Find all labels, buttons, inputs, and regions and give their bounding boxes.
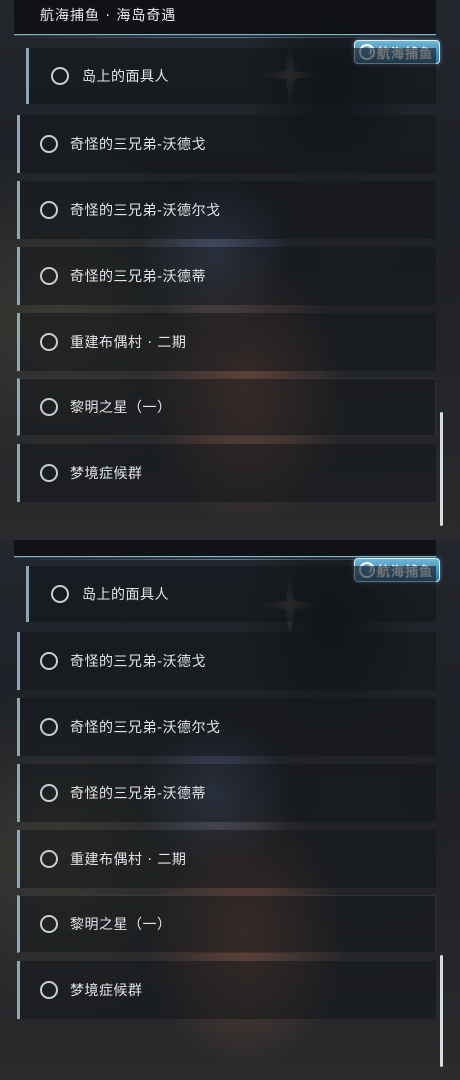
- radio-circle-icon[interactable]: [51, 67, 69, 85]
- quest-item[interactable]: 岛上的面具人: [26, 48, 436, 104]
- radio-circle-icon[interactable]: [40, 981, 58, 999]
- header-bar: 航海捕鱼 · 海岛奇遇: [11, 0, 439, 38]
- quest-panel-top: 航海捕鱼 · 海岛奇遇 航海捕鱼 岛上的面具人 奇怪的三兄弟-沃德戈 奇怪的三兄…: [0, 0, 460, 540]
- quest-item[interactable]: 岛上的面具人: [26, 566, 436, 622]
- radio-circle-icon[interactable]: [40, 398, 58, 416]
- quest-label: 岛上的面具人: [82, 587, 169, 603]
- quest-label: 奇怪的三兄弟-沃德蒂: [70, 786, 207, 802]
- quest-label: 梦境症候群: [70, 466, 143, 482]
- quest-label: 黎明之星（一）: [70, 400, 172, 416]
- quest-panel-bottom: 航海捕鱼 岛上的面具人 奇怪的三兄弟-沃德戈 奇怪的三兄弟-沃德尔戈 奇怪的三兄…: [0, 540, 460, 1080]
- quest-item[interactable]: 奇怪的三兄弟-沃德戈: [17, 115, 436, 173]
- radio-circle-icon[interactable]: [51, 585, 69, 603]
- radio-circle-icon[interactable]: [40, 333, 58, 351]
- scrollbar-thumb[interactable]: [440, 955, 443, 1067]
- radio-circle-icon[interactable]: [40, 201, 58, 219]
- quest-item[interactable]: 黎明之星（一）: [17, 895, 436, 953]
- radio-circle-icon[interactable]: [40, 784, 58, 802]
- quest-label: 奇怪的三兄弟-沃德尔戈: [70, 203, 221, 219]
- quest-item[interactable]: 奇怪的三兄弟-沃德戈: [17, 632, 436, 690]
- quest-item[interactable]: 重建布偶村 · 二期: [17, 830, 436, 888]
- quest-label: 奇怪的三兄弟-沃德蒂: [70, 269, 207, 285]
- quest-item[interactable]: 奇怪的三兄弟-沃德尔戈: [17, 181, 436, 239]
- radio-circle-icon[interactable]: [40, 718, 58, 736]
- quest-label: 黎明之星（一）: [70, 917, 172, 933]
- quest-item[interactable]: 奇怪的三兄弟-沃德尔戈: [17, 698, 436, 756]
- quest-item[interactable]: 梦境症候群: [17, 961, 436, 1019]
- quest-item[interactable]: 奇怪的三兄弟-沃德蒂: [17, 247, 436, 305]
- quest-label: 梦境症候群: [70, 983, 143, 999]
- quest-label: 奇怪的三兄弟-沃德尔戈: [70, 720, 221, 736]
- page-title: 航海捕鱼 · 海岛奇遇: [40, 8, 177, 24]
- quest-item[interactable]: 重建布偶村 · 二期: [17, 313, 436, 371]
- quest-label: 岛上的面具人: [82, 69, 169, 85]
- quest-label: 重建布偶村 · 二期: [70, 335, 187, 351]
- radio-circle-icon[interactable]: [40, 135, 58, 153]
- radio-circle-icon[interactable]: [40, 915, 58, 933]
- scrollbar-thumb[interactable]: [440, 412, 443, 526]
- radio-circle-icon[interactable]: [40, 464, 58, 482]
- header-bar: [11, 540, 439, 560]
- quest-label: 重建布偶村 · 二期: [70, 852, 187, 868]
- radio-circle-icon[interactable]: [40, 267, 58, 285]
- quest-item[interactable]: 黎明之星（一）: [17, 378, 436, 436]
- quest-label: 奇怪的三兄弟-沃德戈: [70, 137, 207, 153]
- radio-circle-icon[interactable]: [40, 850, 58, 868]
- radio-circle-icon[interactable]: [40, 652, 58, 670]
- quest-item[interactable]: 奇怪的三兄弟-沃德蒂: [17, 764, 436, 822]
- quest-label: 奇怪的三兄弟-沃德戈: [70, 654, 207, 670]
- quest-item[interactable]: 梦境症候群: [17, 444, 436, 502]
